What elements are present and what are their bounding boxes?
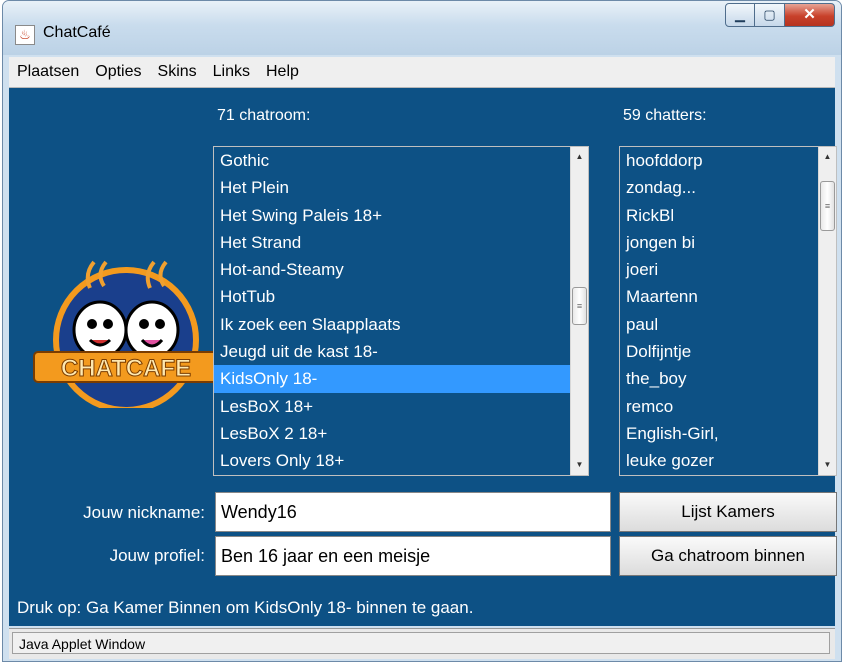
enter-chatroom-button[interactable]: Ga chatroom binnen bbox=[619, 536, 837, 576]
scroll-thumb[interactable]: ≡ bbox=[572, 287, 587, 325]
window-title: ChatCafé bbox=[43, 24, 111, 41]
window-controls: ▁ ▢ ✕ bbox=[725, 3, 835, 29]
menu-help[interactable]: Help bbox=[258, 63, 307, 81]
scroll-down-icon[interactable]: ▼ bbox=[819, 456, 836, 474]
chatcafe-logo: CHATCAFE bbox=[33, 260, 219, 408]
chatroom-item[interactable]: Meeting Point bbox=[214, 475, 588, 476]
chatter-item[interactable]: leuke gozer bbox=[620, 447, 836, 474]
chatter-item[interactable]: hoofddorp bbox=[620, 147, 836, 174]
chatroom-item[interactable]: KidsOnly 18- bbox=[214, 365, 588, 393]
nickname-input[interactable] bbox=[215, 492, 611, 532]
chatroom-item[interactable]: HotTub bbox=[214, 283, 588, 310]
close-button[interactable]: ✕ bbox=[785, 3, 835, 27]
chatroom-item[interactable]: Ik zoek een Slaapplaats bbox=[214, 311, 588, 338]
close-icon: ✕ bbox=[803, 6, 816, 23]
chatroom-item[interactable]: Het Plein bbox=[214, 174, 588, 201]
chatroom-item[interactable]: Lovers Only 18+ bbox=[214, 447, 588, 474]
chatter-item[interactable]: Maartenn bbox=[620, 283, 836, 310]
title-bar[interactable]: ♨ ChatCafé ▁ ▢ ✕ bbox=[3, 1, 841, 55]
chatroom-rows: Gothic Het Plein Het Swing Paleis 18+ Het S… bbox=[214, 147, 588, 476]
scroll-down-icon[interactable]: ▼ bbox=[571, 456, 588, 474]
menu-links[interactable]: Links bbox=[205, 63, 258, 81]
chatter-item[interactable]: English-Girl, bbox=[620, 420, 836, 447]
chatroom-scrollbar[interactable]: ▲ ≡ ▼ bbox=[570, 147, 588, 475]
profile-label: Jouw profiel: bbox=[109, 546, 205, 565]
chatroom-item[interactable]: LesBoX 2 18+ bbox=[214, 420, 588, 447]
maximize-button[interactable]: ▢ bbox=[755, 3, 785, 27]
chatters-list[interactable]: hoofddorp zondag... RickBl jongen bi joeri Ma… bbox=[619, 146, 837, 476]
chatter-item[interactable]: Dolfijntje bbox=[620, 338, 836, 365]
chatter-item[interactable]: paul bbox=[620, 311, 836, 338]
chatroom-item[interactable]: Jeugd uit de kast 18- bbox=[214, 338, 588, 365]
chatter-item[interactable]: the_boy bbox=[620, 365, 836, 392]
chatroom-item[interactable]: Het Strand bbox=[214, 229, 588, 256]
scroll-up-icon[interactable]: ▲ bbox=[819, 148, 836, 166]
chatters-scrollbar[interactable]: ▲ ≡ ▼ bbox=[818, 147, 836, 475]
nickname-label: Jouw nickname: bbox=[83, 503, 205, 522]
chatter-item[interactable]: remco bbox=[620, 393, 836, 420]
chatroom-list[interactable]: Gothic Het Plein Het Swing Paleis 18+ Het S… bbox=[213, 146, 589, 476]
chatcafe-window: ♨ ChatCafé ▁ ▢ ✕ Plaatsen Opties Skins L… bbox=[2, 0, 842, 662]
chatroom-item[interactable]: Het Swing Paleis 18+ bbox=[214, 202, 588, 229]
minimize-icon: ▁ bbox=[735, 7, 745, 22]
chatroom-item[interactable]: Gothic bbox=[214, 147, 588, 174]
applet-panel: CHATCAFE 71 chatroom: 59 chatters: Gothi… bbox=[9, 88, 837, 626]
chatter-rows: hoofddorp zondag... RickBl jongen bi joeri Ma… bbox=[620, 147, 836, 476]
chatter-item[interactable]: kaas bbox=[620, 475, 836, 476]
applet-window-label: Java Applet Window bbox=[12, 632, 830, 654]
menu-plaatsen[interactable]: Plaatsen bbox=[9, 63, 87, 81]
java-icon[interactable]: ♨ bbox=[15, 25, 35, 45]
chatroom-item[interactable]: LesBoX 18+ bbox=[214, 393, 588, 420]
menu-bar: Plaatsen Opties Skins Links Help bbox=[9, 57, 835, 88]
chatroom-item[interactable]: Hot-and-Steamy bbox=[214, 256, 588, 283]
chatters-header: 59 chatters: bbox=[623, 107, 707, 124]
applet-footer: Java Applet Window bbox=[9, 628, 835, 659]
maximize-icon: ▢ bbox=[763, 7, 776, 22]
menu-opties[interactable]: Opties bbox=[87, 63, 149, 81]
list-rooms-button[interactable]: Lijst Kamers bbox=[619, 492, 837, 532]
chatter-item[interactable]: joeri bbox=[620, 256, 836, 283]
menu-skins[interactable]: Skins bbox=[150, 63, 205, 81]
chatter-item[interactable]: zondag... bbox=[620, 174, 836, 201]
scroll-up-icon[interactable]: ▲ bbox=[571, 148, 588, 166]
minimize-button[interactable]: ▁ bbox=[725, 3, 755, 27]
chatter-item[interactable]: RickBl bbox=[620, 202, 836, 229]
status-text: Druk op: Ga Kamer Binnen om KidsOnly 18-… bbox=[17, 598, 474, 617]
chatter-item[interactable]: jongen bi bbox=[620, 229, 836, 256]
profile-input[interactable] bbox=[215, 536, 611, 576]
scroll-thumb[interactable]: ≡ bbox=[820, 181, 835, 231]
logo-text: CHATCAFE bbox=[61, 355, 191, 382]
rooms-header: 71 chatroom: bbox=[217, 107, 311, 124]
